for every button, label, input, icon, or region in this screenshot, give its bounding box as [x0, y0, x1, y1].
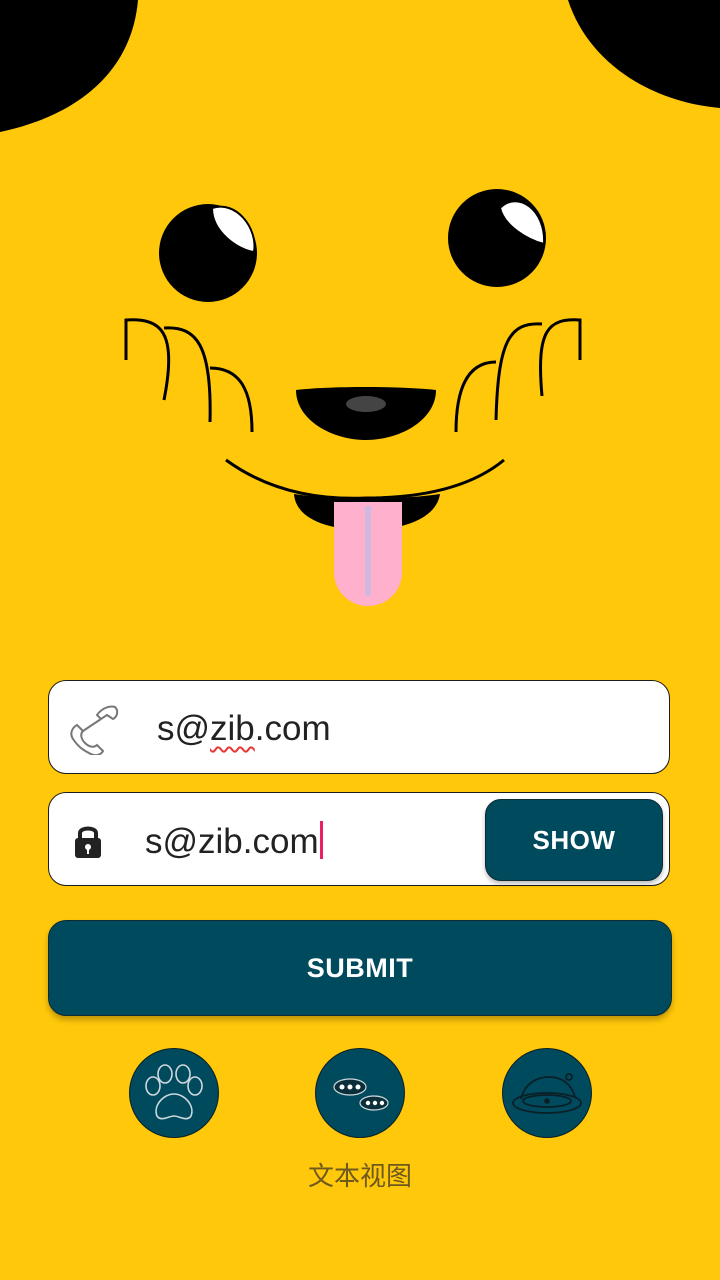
email-value: s@zib.com [157, 709, 331, 748]
chat-bubbles-icon [333, 1078, 389, 1111]
lock-icon [73, 823, 103, 864]
dog-face-illustration [0, 0, 720, 606]
chat-button[interactable] [315, 1048, 405, 1138]
paw-button[interactable] [129, 1048, 219, 1138]
left-eye [159, 204, 257, 302]
password-field[interactable]: s@zib.com SHOW [48, 792, 670, 886]
email-field[interactable]: s@zib.com [48, 680, 670, 774]
phone-icon [67, 703, 123, 760]
left-whiskers [124, 318, 254, 433]
text-caret [319, 821, 323, 859]
right-eye [448, 189, 546, 287]
right-whiskers [454, 318, 582, 433]
submit-button[interactable]: SUBMIT [48, 920, 672, 1016]
spellcheck-highlight: zib [210, 709, 255, 748]
show-password-button[interactable]: SHOW [485, 799, 663, 881]
password-value: s@zib.com [145, 822, 319, 861]
text-view-caption: 文本视图 [307, 1162, 412, 1192]
mouth [225, 458, 505, 500]
right-ear [568, 0, 720, 108]
left-ear [0, 0, 138, 132]
pet-bowl-icon [512, 1073, 582, 1114]
bowl-button[interactable] [502, 1048, 592, 1138]
paw-icon [145, 1064, 203, 1120]
tongue [334, 502, 402, 606]
nose [296, 387, 436, 440]
